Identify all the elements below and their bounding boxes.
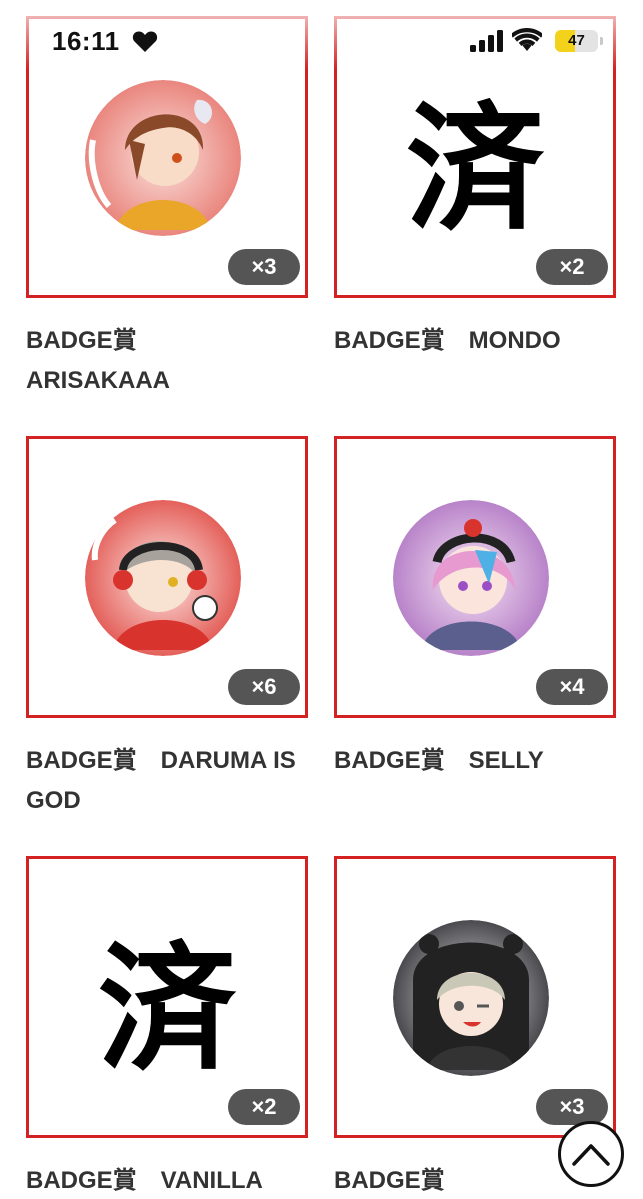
prize-title: BADGE賞 VANILLA bbox=[26, 1167, 263, 1194]
quantity-badge: ×3 bbox=[536, 1089, 608, 1125]
prize-title: BADGE賞 ARISAKAAA bbox=[26, 327, 170, 394]
quantity-badge: ×3 bbox=[228, 249, 300, 285]
prize-title: BADGE賞 DARUMA IS GOD bbox=[26, 747, 296, 814]
badge-image-arisakaaa bbox=[85, 80, 241, 236]
quantity-badge: ×2 bbox=[536, 249, 608, 285]
quantity-badge: ×6 bbox=[228, 669, 300, 705]
badge-image-selly bbox=[393, 500, 549, 656]
quantity-badge: ×2 bbox=[228, 1089, 300, 1125]
prize-thumbnail[interactable]: ×3 bbox=[26, 16, 308, 298]
prize-thumbnail[interactable]: ×4 bbox=[334, 436, 616, 718]
quantity-badge: ×4 bbox=[536, 669, 608, 705]
badge-image-daruma bbox=[85, 500, 241, 656]
prize-title: BADGE賞 SELLY bbox=[334, 747, 544, 774]
scroll-to-top-button[interactable] bbox=[558, 1121, 624, 1187]
prize-title: BADGE賞 MONDO bbox=[334, 327, 561, 354]
prize-grid: ×3 BADGE賞 ARISAKAAA 済 ×2 BADGE賞 MONDO ×6… bbox=[0, 0, 643, 1199]
badge-image-tototmix bbox=[393, 920, 549, 1076]
prize-thumbnail[interactable]: ×6 bbox=[26, 436, 308, 718]
prize-thumbnail[interactable]: ×3 bbox=[334, 856, 616, 1138]
chevron-up-icon bbox=[572, 1144, 610, 1166]
prize-thumbnail[interactable]: 済 ×2 bbox=[334, 16, 616, 298]
prize-thumbnail[interactable]: 済 ×2 bbox=[26, 856, 308, 1138]
